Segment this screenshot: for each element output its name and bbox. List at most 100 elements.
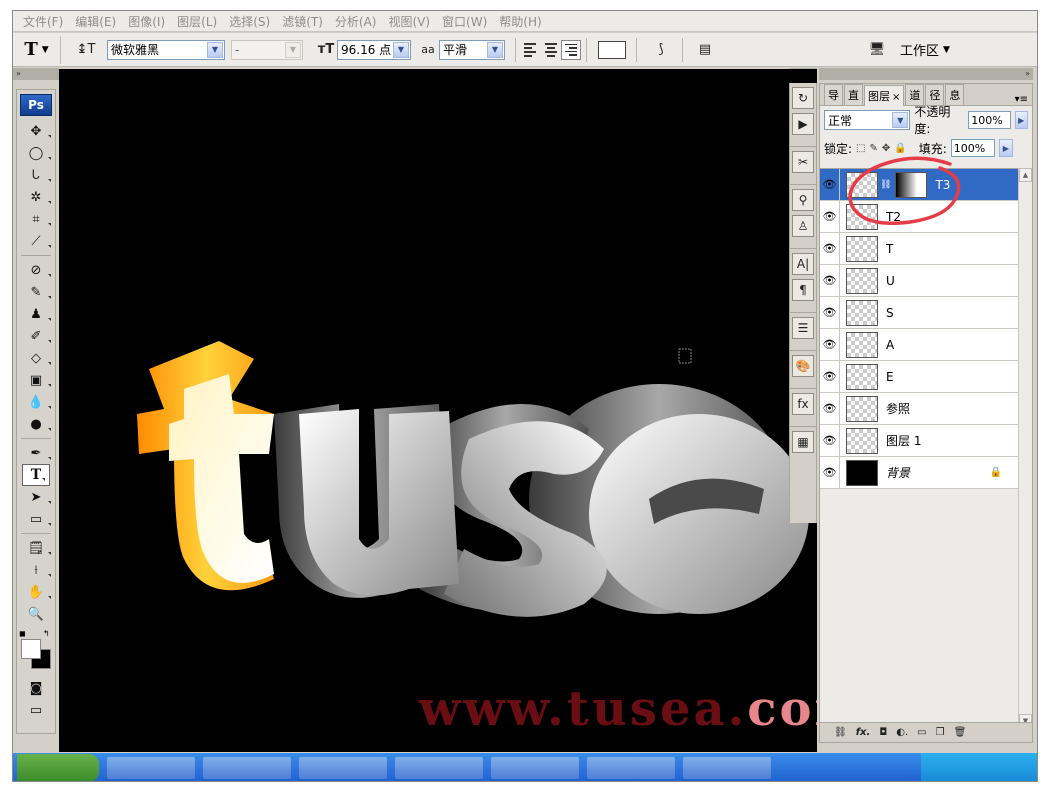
swatches-panel-icon[interactable]: ▦: [792, 431, 814, 453]
lock-transparency-icon[interactable]: ⬚: [856, 143, 865, 154]
layer-row[interactable]: 👁 背景 🔒: [820, 457, 1018, 489]
hand-tool-icon[interactable]: ✋: [17, 581, 55, 603]
menu-view[interactable]: 视图(V): [382, 13, 436, 30]
visibility-eye-icon[interactable]: 👁: [820, 201, 840, 232]
layer-row[interactable]: 👁 参照: [820, 393, 1018, 425]
menu-filter[interactable]: 滤镜(T): [276, 13, 329, 30]
taskbar-button[interactable]: [587, 757, 675, 779]
tab-layers[interactable]: 图层 ×: [864, 85, 905, 106]
eyedropper-tool-icon[interactable]: ⟊: [17, 559, 55, 581]
tool-preset-picker[interactable]: T ▼: [13, 35, 61, 64]
bridge-icon[interactable]: 🖥: [866, 39, 888, 61]
gradient-tool-icon[interactable]: ▣: [17, 369, 55, 391]
opacity-slider-arrow-icon[interactable]: ▶: [1014, 111, 1028, 129]
fx-panel-icon[interactable]: fx: [792, 393, 814, 415]
notes-panel-icon[interactable]: ☰: [792, 317, 814, 339]
zoom-tool-icon[interactable]: 🔍: [17, 603, 55, 625]
layer-name[interactable]: U: [886, 274, 895, 288]
taskbar-button[interactable]: [395, 757, 483, 779]
menu-analysis[interactable]: 分析(A): [329, 13, 383, 30]
move-tool-icon[interactable]: ✥: [17, 120, 55, 142]
align-right-icon[interactable]: [561, 39, 581, 60]
new-group-icon[interactable]: ▭: [917, 727, 926, 738]
default-colors-icon[interactable]: ◼: [19, 629, 26, 638]
font-family-select[interactable]: 微软雅黑 ▼: [107, 39, 225, 60]
visibility-eye-icon[interactable]: 👁: [820, 425, 840, 456]
layer-row[interactable]: 👁 A: [820, 329, 1018, 361]
dodge-tool-icon[interactable]: ●: [17, 413, 55, 435]
lock-position-icon[interactable]: ✥: [882, 143, 890, 154]
type-tool-icon[interactable]: T: [22, 464, 50, 486]
blur-tool-icon[interactable]: 💧: [17, 391, 55, 413]
opacity-input[interactable]: 100%: [968, 111, 1011, 129]
visibility-eye-icon[interactable]: 👁: [820, 393, 840, 424]
tab-histogram[interactable]: 直: [844, 84, 863, 105]
link-layers-icon[interactable]: ⛓: [834, 727, 847, 738]
visibility-eye-icon[interactable]: 👁: [820, 457, 840, 488]
taskbar-button[interactable]: [683, 757, 771, 779]
align-left-icon[interactable]: [521, 40, 541, 60]
panel-dock-handle[interactable]: »: [819, 68, 1033, 80]
swap-colors-icon[interactable]: ↰: [43, 629, 50, 638]
menu-help[interactable]: 帮助(H): [493, 13, 547, 30]
menu-select[interactable]: 选择(S): [223, 13, 276, 30]
actions-panel-icon[interactable]: ▶: [792, 113, 814, 135]
layer-name[interactable]: T: [886, 242, 893, 256]
new-layer-icon[interactable]: ❐: [936, 727, 945, 738]
font-size-select[interactable]: 96.16 点 ▼: [337, 39, 411, 60]
magic-wand-tool-icon[interactable]: ✲: [17, 186, 55, 208]
palette-toggle-icon[interactable]: ▤: [694, 39, 716, 61]
start-button[interactable]: [17, 754, 99, 781]
tab-info[interactable]: 息: [945, 84, 965, 105]
pen-tool-icon[interactable]: ✒: [17, 442, 55, 464]
tab-channels[interactable]: 道: [905, 84, 925, 105]
visibility-eye-icon[interactable]: 👁: [820, 297, 840, 328]
crop-tool-icon[interactable]: ⌗: [17, 208, 55, 230]
layer-name[interactable]: E: [886, 370, 894, 384]
layer-row[interactable]: 👁 S: [820, 297, 1018, 329]
layer-row[interactable]: 👁 T: [820, 233, 1018, 265]
marquee-tool-icon[interactable]: ◯: [17, 142, 55, 164]
tab-navigator[interactable]: 导: [824, 84, 843, 105]
visibility-eye-icon[interactable]: 👁: [820, 169, 840, 200]
close-icon[interactable]: ×: [892, 92, 900, 103]
visibility-eye-icon[interactable]: 👁: [820, 361, 840, 392]
character-panel-icon[interactable]: A|: [792, 253, 814, 275]
panel-menu-icon[interactable]: ▾≡: [1015, 94, 1032, 105]
text-color-swatch[interactable]: [598, 40, 626, 59]
layers-scrollbar[interactable]: ▲ ▼: [1018, 168, 1032, 728]
history-panel-icon[interactable]: ↻: [792, 87, 814, 109]
delete-layer-icon[interactable]: 🗑: [954, 727, 967, 738]
layer-name[interactable]: S: [886, 306, 894, 320]
screen-mode-icon[interactable]: ▭: [17, 699, 55, 721]
menu-edit[interactable]: 编辑(E): [69, 13, 122, 30]
layer-row[interactable]: 👁 U: [820, 265, 1018, 297]
lasso-tool-icon[interactable]: ᘂ: [17, 164, 55, 186]
clone-source-icon[interactable]: ♙: [792, 215, 814, 237]
brush-tool-icon[interactable]: ✎: [17, 281, 55, 303]
brushes-panel-icon[interactable]: ⚲: [792, 189, 814, 211]
toolbox-dock-handle[interactable]: »: [13, 68, 59, 80]
fx-icon[interactable]: fx.: [856, 727, 871, 738]
clone-stamp-tool-icon[interactable]: ♟: [17, 303, 55, 325]
lock-pixels-icon[interactable]: ✎: [870, 143, 878, 154]
taskbar-button[interactable]: [491, 757, 579, 779]
taskbar-button[interactable]: [203, 757, 291, 779]
visibility-eye-icon[interactable]: 👁: [820, 265, 840, 296]
warp-text-icon[interactable]: ⟆: [650, 39, 672, 61]
text-orientation-icon[interactable]: ↨T: [75, 39, 97, 61]
antialias-select[interactable]: 平滑 ▼: [439, 39, 505, 60]
layer-row[interactable]: 👁 图层 1: [820, 425, 1018, 457]
layer-row[interactable]: 👁 E: [820, 361, 1018, 393]
menu-window[interactable]: 窗口(W): [436, 13, 493, 30]
quick-mask-icon[interactable]: ◙: [17, 677, 55, 699]
font-style-select[interactable]: - ▼: [231, 39, 303, 60]
layer-name[interactable]: 背景: [886, 464, 910, 481]
taskbar-button[interactable]: [107, 757, 195, 779]
history-brush-tool-icon[interactable]: ✐: [17, 325, 55, 347]
taskbar-button[interactable]: [299, 757, 387, 779]
path-select-tool-icon[interactable]: ➤: [17, 486, 55, 508]
fill-input[interactable]: 100%: [950, 139, 995, 157]
eraser-tool-icon[interactable]: ◇: [17, 347, 55, 369]
paragraph-panel-icon[interactable]: ¶: [792, 279, 814, 301]
